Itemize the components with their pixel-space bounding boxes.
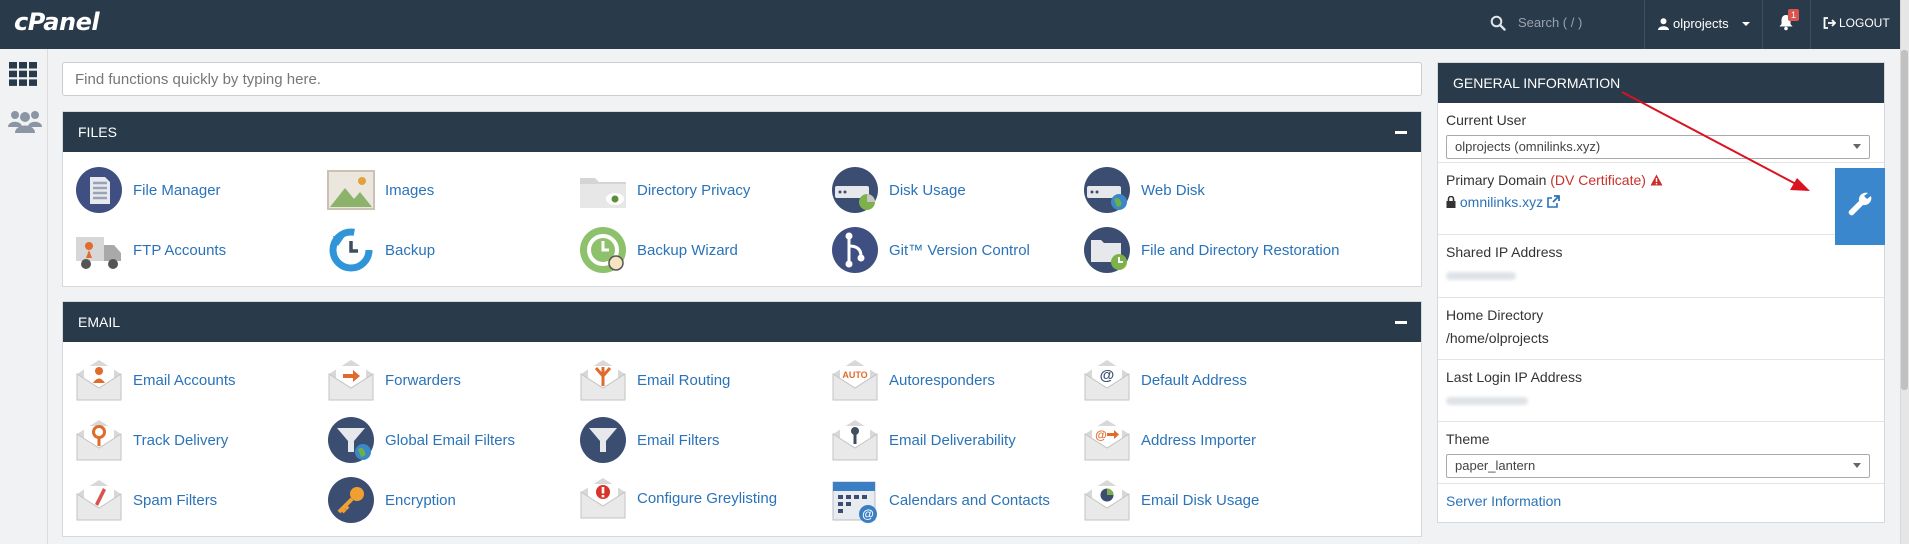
annotation-arrow [1621,91,1810,191]
